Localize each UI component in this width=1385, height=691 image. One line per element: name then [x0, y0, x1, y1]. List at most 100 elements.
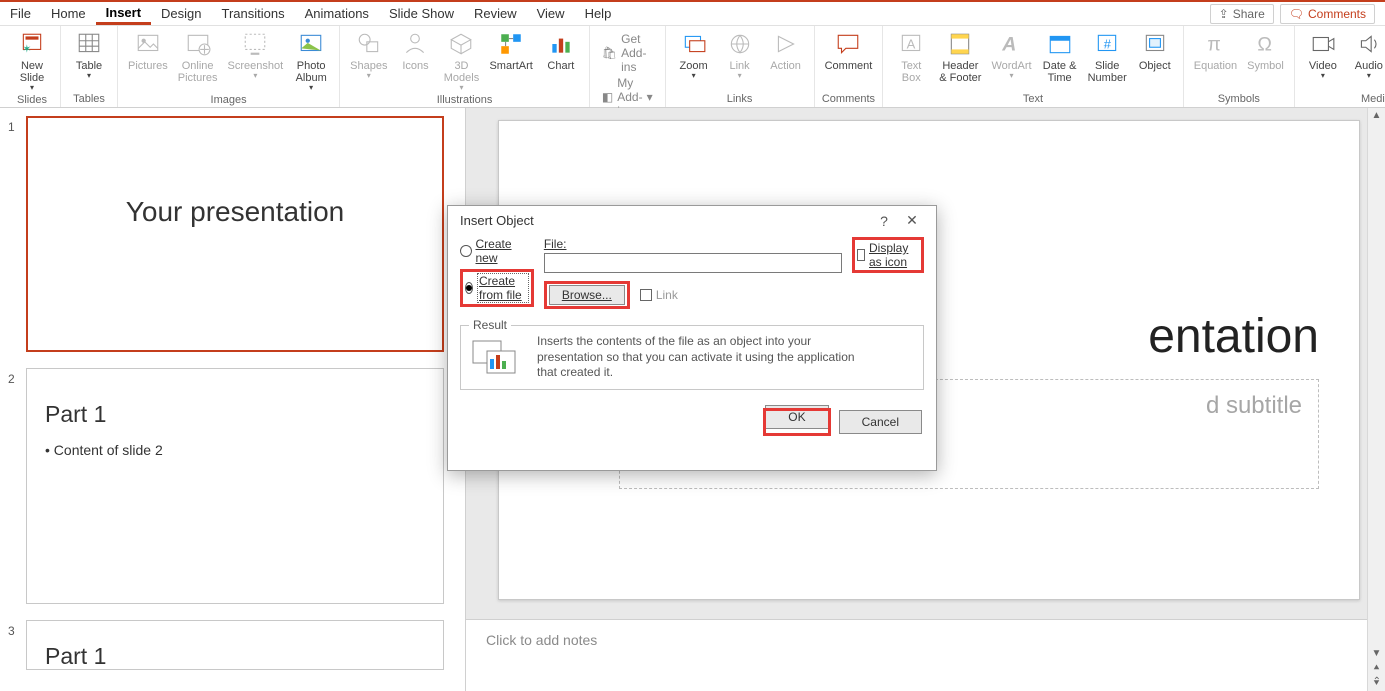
- help-icon[interactable]: ?: [870, 213, 898, 229]
- photo-album-icon: [297, 30, 325, 58]
- svg-text:Ω: Ω: [1257, 34, 1272, 56]
- browse-button[interactable]: Browse...: [549, 285, 625, 305]
- audio-button[interactable]: Audio▾: [1347, 28, 1385, 82]
- close-icon[interactable]: ✕: [898, 212, 926, 229]
- smartart-icon: [497, 30, 525, 58]
- tab-home[interactable]: Home: [41, 4, 96, 23]
- tab-review[interactable]: Review: [464, 4, 527, 23]
- photo-album-button[interactable]: Photo Album ▾: [289, 28, 333, 94]
- thumb-number: 1: [8, 116, 26, 134]
- screenshot-icon: [241, 30, 269, 58]
- thumb-title: Part 1: [45, 401, 425, 428]
- shapes-button[interactable]: Shapes▾: [346, 28, 391, 82]
- thumb-title: Your presentation: [46, 196, 424, 228]
- comment-button[interactable]: Comment: [821, 28, 877, 74]
- scroll-down-icon[interactable]: ▼: [1372, 646, 1382, 661]
- radio-icon: [465, 282, 473, 294]
- cancel-button[interactable]: Cancel: [839, 410, 922, 434]
- get-addins-button[interactable]: 🛍 Get Add-ins: [602, 32, 653, 74]
- tab-view[interactable]: View: [527, 4, 575, 23]
- online-pictures-button[interactable]: Online Pictures: [174, 28, 222, 86]
- tab-file[interactable]: File: [0, 4, 41, 23]
- slide-number-button[interactable]: # Slide Number: [1084, 28, 1131, 86]
- display-as-icon-checkbox[interactable]: Display as icon: [857, 241, 919, 269]
- file-path-input[interactable]: [544, 253, 842, 273]
- slide-number-icon: #: [1093, 30, 1121, 58]
- slide-thumbnail[interactable]: Part 1 • Content of slide 2: [26, 368, 444, 604]
- slide-thumbnail[interactable]: Your presentation: [26, 116, 444, 352]
- action-button[interactable]: Action: [764, 28, 808, 74]
- create-new-radio[interactable]: Create new: [460, 237, 534, 265]
- collapse-ribbon-icon[interactable]: ⌃: [1373, 676, 1381, 687]
- symbol-icon: Ω: [1252, 30, 1280, 58]
- create-from-file-radio[interactable]: Create from file: [465, 273, 529, 303]
- chevron-down-icon: ▾: [253, 72, 257, 80]
- zoom-button[interactable]: Zoom▾: [672, 28, 716, 82]
- wordart-button[interactable]: A WordArt▾: [987, 28, 1035, 82]
- vertical-scrollbar[interactable]: ▲ ▼ ⯅ ⯆: [1367, 108, 1385, 691]
- thumb-number: 3: [8, 620, 26, 638]
- thumb-body: • Content of slide 2: [45, 442, 425, 458]
- smartart-button[interactable]: SmartArt: [485, 28, 536, 74]
- shapes-icon: [355, 30, 383, 58]
- svg-text:A: A: [1001, 34, 1016, 56]
- thumb-title: Part 1: [45, 643, 425, 670]
- group-label-illustrations: Illustrations: [346, 94, 583, 107]
- tab-transitions[interactable]: Transitions: [212, 4, 295, 23]
- equation-button[interactable]: π Equation: [1190, 28, 1241, 74]
- header-footer-button[interactable]: Header & Footer: [935, 28, 985, 86]
- scroll-up-icon[interactable]: ▲: [1372, 108, 1382, 123]
- header-footer-icon: [946, 30, 974, 58]
- dialog-title: Insert Object: [460, 213, 534, 228]
- svg-text:π: π: [1208, 34, 1221, 56]
- group-label-images: Images: [124, 94, 333, 107]
- chart-icon: [547, 30, 575, 58]
- link-button[interactable]: Link▾: [718, 28, 762, 82]
- link-checkbox[interactable]: Link: [640, 288, 678, 302]
- ribbon: ✶ New Slide ▾ Slides Table ▾ Tables Pic: [0, 26, 1385, 108]
- thumb-number: 2: [8, 368, 26, 386]
- svg-text:#: #: [1104, 36, 1112, 51]
- screenshot-button[interactable]: Screenshot ▾: [224, 28, 288, 82]
- date-time-button[interactable]: Date & Time: [1038, 28, 1082, 86]
- result-icon: [473, 339, 521, 375]
- pictures-button[interactable]: Pictures: [124, 28, 172, 74]
- video-button[interactable]: Video▾: [1301, 28, 1345, 82]
- tab-animations[interactable]: Animations: [295, 4, 379, 23]
- pictures-icon: [134, 30, 162, 58]
- ok-button[interactable]: OK: [765, 405, 828, 429]
- comments-button[interactable]: 🗨 Comments: [1280, 4, 1375, 24]
- table-button[interactable]: Table ▾: [67, 28, 111, 82]
- tab-design[interactable]: Design: [151, 4, 211, 23]
- tab-help[interactable]: Help: [575, 4, 622, 23]
- chevron-down-icon: ▾: [309, 84, 313, 92]
- chart-button[interactable]: Chart: [539, 28, 583, 74]
- text-box-button[interactable]: A Text Box: [889, 28, 933, 86]
- new-slide-button[interactable]: ✶ New Slide ▾: [10, 28, 54, 94]
- group-label-links: Links: [672, 93, 808, 106]
- slide-thumbnail[interactable]: Part 1: [26, 620, 444, 670]
- icons-button[interactable]: Icons: [393, 28, 437, 74]
- chevron-down-icon: ▾: [692, 72, 696, 80]
- audio-icon: [1355, 30, 1383, 58]
- thumbnail-pane[interactable]: 1 Your presentation 2 Part 1 • Content o…: [0, 108, 466, 691]
- 3d-models-button[interactable]: 3D Models▾: [439, 28, 483, 94]
- group-label-tables: Tables: [67, 93, 111, 106]
- menu-bar: File Home Insert Design Transitions Anim…: [0, 2, 1385, 26]
- group-label-slides: Slides: [10, 94, 54, 107]
- icons-icon: [401, 30, 429, 58]
- chevron-down-icon: ▾: [459, 84, 463, 92]
- symbol-button[interactable]: Ω Symbol: [1243, 28, 1288, 74]
- chevron-down-icon: ▾: [30, 84, 34, 92]
- object-button[interactable]: Object: [1133, 28, 1177, 74]
- prev-slide-icon[interactable]: ⯅: [1373, 661, 1381, 676]
- equation-icon: π: [1201, 30, 1229, 58]
- tab-slideshow[interactable]: Slide Show: [379, 4, 464, 23]
- group-label-symbols: Symbols: [1190, 93, 1288, 106]
- object-icon: [1141, 30, 1169, 58]
- share-button[interactable]: ⇪ Share: [1210, 4, 1274, 24]
- tab-insert[interactable]: Insert: [96, 3, 151, 25]
- notes-pane[interactable]: Click to add notes: [466, 619, 1367, 691]
- group-label-media: Media: [1301, 93, 1385, 106]
- new-slide-icon: ✶: [18, 30, 46, 58]
